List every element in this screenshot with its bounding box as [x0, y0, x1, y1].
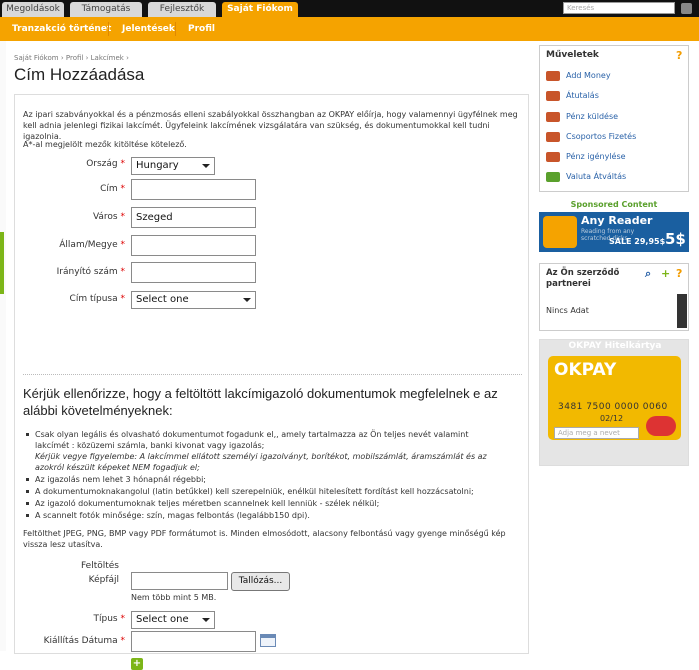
subnav-separator: [108, 22, 109, 36]
address-type-select[interactable]: Select one: [131, 291, 256, 309]
requirement-item: Az igazolás nem lehet 3 hónapnál régebbi…: [26, 475, 206, 484]
requirement-item: lakcímét : közüzemi számla, banki kivona…: [35, 441, 265, 450]
search-input[interactable]: Keresés: [563, 2, 675, 14]
partners-panel: Az Ön szerződő partnerei ⌕ + ? Nincs Ada…: [539, 263, 689, 331]
mastercard-icon: [646, 416, 676, 436]
tab-sajat-fiokom[interactable]: Saját Fiókom: [222, 2, 298, 17]
requirement-item: A scannelt fotók minősége: szín, magas f…: [26, 511, 310, 520]
help-icon[interactable]: ?: [676, 49, 686, 62]
divider: [23, 374, 522, 375]
currency-exchange-icon: [546, 172, 560, 182]
subnav-profil[interactable]: Profil: [188, 17, 215, 41]
browse-button[interactable]: Tallózás...: [231, 572, 290, 591]
address-type-label: Cím típusa *: [69, 294, 125, 304]
sub-nav-bar: Tranzakció történet Jelentések Profil: [0, 17, 699, 41]
sponsored-title: Sponsored Content: [570, 200, 658, 209]
state-field[interactable]: [131, 235, 256, 256]
address-label: Cím *: [100, 184, 125, 194]
add-money-icon: [546, 71, 560, 81]
size-note: Nem több mint 5 MB.: [131, 593, 217, 602]
partners-empty: Nincs Adat: [546, 306, 589, 315]
requirement-item: azokról készült képeket NEM fogadjuk el;: [35, 463, 200, 472]
form-panel: Az ipari szabványokkal és a pénzmosás el…: [14, 94, 529, 670]
actions-title: Műveletek: [546, 50, 599, 60]
date-label: Kiállítás Dátuma *: [43, 636, 125, 646]
mass-pay-icon: [546, 132, 560, 142]
actions-panel: Műveletek ? Add Money Átutalás Pénz küld…: [539, 45, 689, 192]
requirement-item: Kérjük vegye figyelembe: A lakcímmel ell…: [35, 452, 487, 461]
calendar-icon[interactable]: [260, 634, 276, 647]
city-label: Város *: [92, 212, 125, 222]
required-note: A*-al megjelölt mezők kitöltése kötelező…: [23, 140, 187, 149]
breadcrumb-item[interactable]: Lakcímek: [91, 54, 124, 62]
tab-tamogatas[interactable]: Támogatás: [70, 2, 142, 17]
zip-field[interactable]: [131, 262, 256, 283]
country-label: Ország *: [86, 159, 125, 169]
card-expiry: 02/12: [600, 414, 624, 423]
transfer-icon: [546, 91, 560, 101]
credit-card-panel: OKPAY Hitelkártya OKPAY 3481 7500 0000 0…: [539, 339, 689, 466]
tab-megoldasok[interactable]: Megoldások: [2, 2, 64, 17]
add-icon[interactable]: +: [661, 267, 671, 280]
credit-title: OKPAY Hitelkártya: [568, 341, 662, 351]
chevron-down-icon: [202, 618, 210, 622]
left-strip: [0, 41, 6, 651]
address-field[interactable]: [131, 179, 256, 200]
subnav-jelentesek[interactable]: Jelentések: [122, 17, 175, 41]
city-field[interactable]: Szeged: [131, 207, 256, 228]
country-select[interactable]: Hungary: [131, 157, 215, 175]
requirement-item: Az igazoló dokumentumoknak teljes méretb…: [25, 499, 380, 508]
upload-note: Feltölthet JPEG, PNG, BMP vagy PDF formá…: [23, 529, 506, 549]
date-field[interactable]: [131, 631, 256, 652]
help-icon[interactable]: ?: [676, 267, 686, 280]
intro-text: Az ipari szabványokkal és a pénzmosás el…: [23, 110, 518, 141]
sponsored-banner[interactable]: Any Reader Reading from any scratched di…: [539, 212, 689, 252]
chevron-down-icon: [202, 164, 210, 168]
requirements-heading: Kérjük ellenőrizze, hogy a feltöltött la…: [23, 386, 498, 418]
breadcrumb-item[interactable]: Saját Fiókom: [14, 54, 59, 62]
upload-label: Feltöltés: [80, 561, 119, 571]
chevron-down-icon: [243, 298, 251, 302]
subnav-tranzakcio[interactable]: Tranzakció történet: [12, 17, 111, 41]
page-title: Cím Hozzáadása: [14, 65, 145, 84]
state-label: Állam/Megye *: [59, 240, 125, 250]
request-money-icon: [546, 152, 560, 162]
requirement-item: Csak olyan legális és olvasható dokument…: [25, 430, 469, 439]
name-input[interactable]: Adja meg a nevet: [554, 427, 639, 439]
scrollbar[interactable]: [677, 294, 687, 328]
card-logo: OKPAY: [554, 360, 617, 380]
requirement-item: A dokumentumoknakangolul (latin betűkkel…: [26, 487, 474, 496]
partners-title: Az Ön szerződő partnerei: [546, 268, 620, 289]
breadcrumb-item[interactable]: Profil: [66, 54, 83, 62]
upload-label-2: Képfájl: [88, 575, 119, 585]
left-accent-bar: [0, 232, 4, 294]
banner-sale: SALE 29,95$: [609, 237, 666, 246]
tab-fejlesztok[interactable]: Fejlesztők: [148, 2, 216, 17]
type-select[interactable]: Select one: [131, 611, 215, 629]
main-content: Saját Fiókom › Profil › Lakcímek › Cím H…: [14, 41, 529, 670]
search-icon[interactable]: [681, 3, 692, 14]
card-number: 3481 7500 0000 0060: [558, 402, 668, 412]
add-icon[interactable]: +: [131, 658, 143, 670]
top-nav-bar: Megoldások Támogatás Fejlesztők Saját Fi…: [0, 0, 699, 17]
banner-price: 5$: [665, 230, 686, 248]
file-path-field[interactable]: [131, 572, 228, 590]
subnav-separator: [175, 22, 176, 36]
type-label: Típus *: [93, 614, 125, 624]
zip-label: Irányító szám *: [56, 267, 125, 277]
product-box-icon: [543, 216, 577, 248]
banner-title: Any Reader: [581, 214, 653, 227]
search-icon[interactable]: ⌕: [645, 267, 655, 280]
send-money-icon: [546, 112, 560, 122]
breadcrumb: Saját Fiókom › Profil › Lakcímek ›: [14, 54, 129, 62]
